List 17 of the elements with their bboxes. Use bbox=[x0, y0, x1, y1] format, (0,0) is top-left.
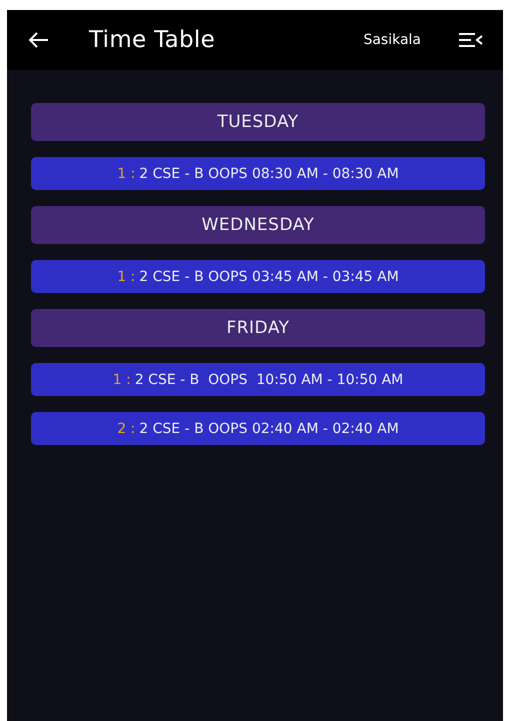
menu-button[interactable] bbox=[459, 33, 483, 47]
menu-icon bbox=[459, 33, 483, 47]
entry-number: 1 : bbox=[117, 268, 136, 284]
entry-number: 1 : bbox=[112, 372, 131, 388]
day-heading: TUESDAY bbox=[31, 103, 485, 141]
entry-text: 2 CSE - B OOPS 03:45 AM - 03:45 AM bbox=[139, 268, 399, 284]
user-name: Sasikala bbox=[363, 32, 421, 48]
back-button[interactable] bbox=[29, 32, 49, 48]
day-heading: FRIDAY bbox=[31, 309, 485, 347]
entry-number: 2 : bbox=[117, 420, 136, 436]
back-arrow-icon bbox=[29, 32, 49, 48]
entry-text: 2 CSE - B OOPS 02:40 AM - 02:40 AM bbox=[139, 420, 399, 436]
day-heading: WEDNESDAY bbox=[31, 206, 485, 244]
entry-text: 2 CSE - B OOPS 08:30 AM - 08:30 AM bbox=[139, 166, 399, 182]
entry-number: 1 : bbox=[117, 166, 136, 182]
entry-text: 2 CSE - B OOPS 10:50 AM - 10:50 AM bbox=[134, 372, 404, 388]
page-title: Time Table bbox=[89, 27, 216, 53]
